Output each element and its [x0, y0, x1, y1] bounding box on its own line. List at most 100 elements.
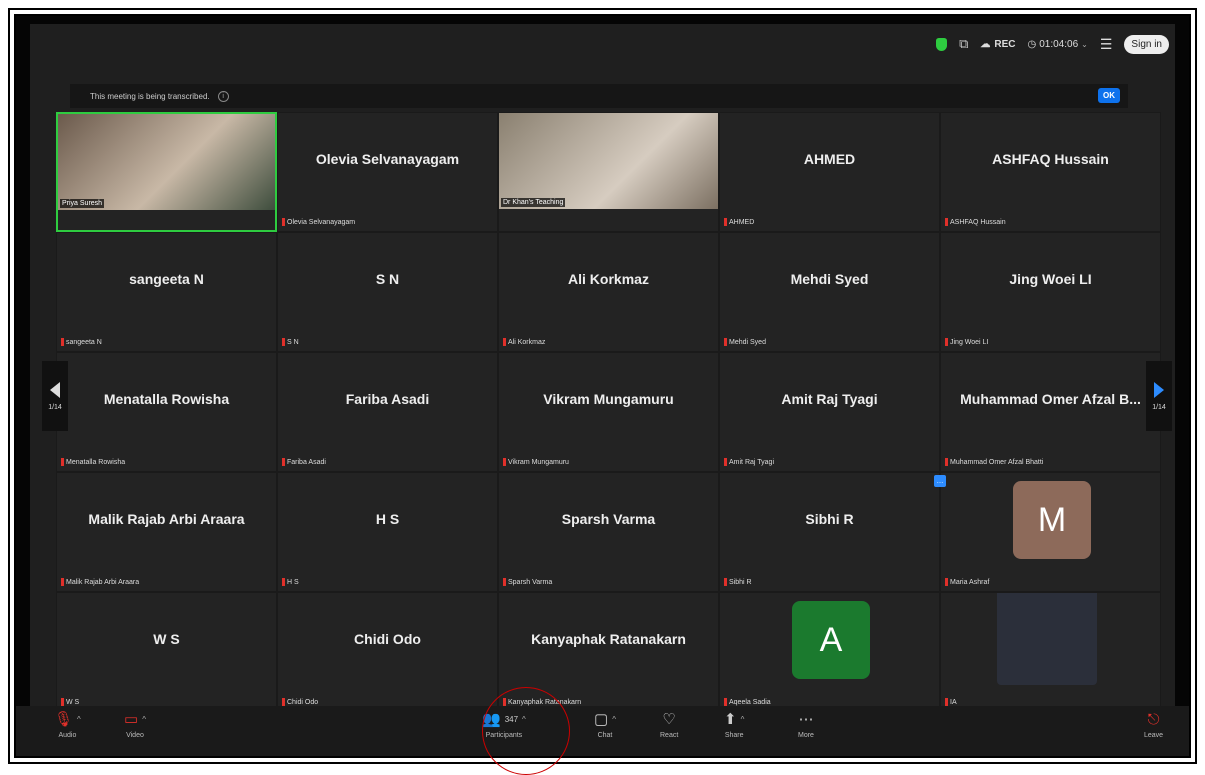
participant-tile[interactable]: W S W S: [56, 592, 277, 712]
mic-muted-icon: [724, 218, 727, 226]
video-button[interactable]: ▭ ^ Video: [124, 711, 146, 740]
participant-name-label: Muhammad Omer Afzal Bhatti: [945, 458, 1043, 466]
mic-muted-icon: 🎙: [54, 711, 74, 728]
participant-label-text: Aqeela Sadia: [729, 698, 771, 706]
ok-button[interactable]: OK: [1098, 88, 1120, 103]
participant-tile[interactable]: Dr Khan's Teaching: [498, 112, 719, 232]
mic-muted-icon: [282, 338, 285, 346]
participant-name-label: Amit Raj Tyagi: [724, 458, 774, 466]
video-placeholder: [997, 593, 1097, 685]
participant-display-name: Sibhi R: [805, 511, 854, 527]
participant-tile[interactable]: Sparsh Varma Sparsh Varma: [498, 472, 719, 592]
participant-tile[interactable]: Fariba Asadi Fariba Asadi: [277, 352, 498, 472]
participant-display-name: Menatalla Rowisha: [103, 391, 230, 407]
participant-display-name: sangeeta N: [129, 271, 204, 287]
participant-name-label: sangeeta N: [61, 338, 102, 346]
chevron-up-icon[interactable]: ^: [142, 712, 146, 728]
chevron-up-icon[interactable]: ^: [77, 712, 81, 728]
participant-name-label: Ali Korkmaz: [503, 338, 545, 346]
participant-label-text: IA: [950, 698, 957, 706]
participant-tile[interactable]: S N S N: [277, 232, 498, 352]
audio-button[interactable]: 🎙 ^ Audio: [54, 711, 81, 740]
participant-label-text: Menatalla Rowisha: [66, 458, 126, 466]
participant-tile[interactable]: Ali Korkmaz Ali Korkmaz: [498, 232, 719, 352]
video-off-icon: ▭: [124, 711, 139, 728]
participant-label-text: Muhammad Omer Afzal Bhatti: [950, 458, 1044, 466]
participant-label-text: Malik Rajab Arbi Araara: [66, 578, 140, 586]
mic-muted-icon: [282, 698, 285, 706]
meeting-timer[interactable]: ◷ 01:04:06 ⌄: [1027, 39, 1087, 50]
participant-tile[interactable]: H S H S: [277, 472, 498, 592]
participant-tile[interactable]: Olevia Selvanayagam Olevia Selvanayagam: [277, 112, 498, 232]
video-feed: Dr Khan's Teaching: [499, 113, 718, 209]
leave-button[interactable]: ⎋ Leave: [1144, 711, 1163, 740]
participant-tile[interactable]: Sibhi R Sibhi R: [719, 472, 940, 592]
chat-icon: ▢: [594, 711, 609, 728]
react-label: React: [660, 732, 679, 739]
participant-display-name: Vikram Mungamuru: [543, 391, 674, 407]
bottom-toolbar: 🎙 ^ Audio ▭ ^ Video 👥 347 ^ Participants ▢ ^ …: [16, 706, 1189, 756]
next-page-button[interactable]: 1/14: [1146, 361, 1172, 431]
leave-icon: ⎋: [1147, 711, 1160, 728]
participant-tile[interactable]: IA: [940, 592, 1161, 712]
timer-text: 01:04:06: [1039, 38, 1079, 50]
mic-muted-icon: [945, 338, 948, 346]
participant-tile[interactable]: M Maria Ashraf: [940, 472, 1161, 592]
participant-tile[interactable]: A Aqeela Sadia: [719, 592, 940, 712]
participant-tile[interactable]: Muhammad Omer Afzal B... Muhammad Omer Af…: [940, 352, 1161, 472]
video-feed: Priya Suresh: [58, 114, 275, 210]
more-options-badge[interactable]: …: [934, 475, 946, 487]
chat-button[interactable]: ▢ ^ Chat: [594, 711, 616, 740]
info-icon[interactable]: i: [217, 90, 229, 102]
screenshot-frame: ⧉ ☁ REC ◷ 01:04:06 ⌄ ☰ Sign in This meeting…: [8, 8, 1197, 764]
participant-label-text: S N: [287, 338, 299, 346]
participant-name-label: Sparsh Varma: [503, 578, 552, 586]
recording-indicator[interactable]: ☁ REC: [980, 39, 1015, 50]
cloud-icon: ☁: [980, 38, 991, 50]
participant-label-text: ASHFAQ Hussain: [950, 218, 1006, 226]
react-heart-icon: ♡: [662, 711, 676, 728]
prev-page-button[interactable]: 1/14: [42, 361, 68, 431]
zoom-window: ⧉ ☁ REC ◷ 01:04:06 ⌄ ☰ Sign in This meeting…: [14, 14, 1191, 758]
transcript-icon[interactable]: ⧉: [959, 36, 968, 52]
participant-name-label: Vikram Mungamuru: [503, 458, 569, 466]
video-label: Video: [126, 732, 144, 739]
mic-muted-icon: [282, 458, 285, 466]
chat-label: Chat: [597, 732, 613, 739]
sign-in-button[interactable]: Sign in: [1124, 34, 1169, 54]
participant-name-label: Maria Ashraf: [945, 578, 989, 586]
mic-muted-icon: [282, 578, 285, 586]
shield-icon[interactable]: [936, 37, 948, 51]
mic-muted-icon: [61, 578, 64, 586]
gallery-grid: Priya Suresh Olevia Selvanayagam Olevia Se…: [56, 112, 1161, 712]
participant-tile[interactable]: ASHFAQ Hussain ASHFAQ Hussain: [940, 112, 1161, 232]
participant-tile[interactable]: Jing Woei LI Jing Woei LI: [940, 232, 1161, 352]
mic-muted-icon: [724, 698, 727, 706]
mic-muted-icon: [945, 218, 948, 226]
participant-name-label: Fariba Asadi: [282, 458, 326, 466]
mic-muted-icon: [945, 578, 948, 586]
participant-name-label: Jing Woei LI: [945, 338, 988, 346]
participant-label-text: Mehdi Syed: [729, 338, 766, 346]
participant-name-label: Olevia Selvanayagam: [282, 218, 355, 226]
participant-tile[interactable]: Mehdi Syed Mehdi Syed: [719, 232, 940, 352]
participant-tile[interactable]: AHMED AHMED: [719, 112, 940, 232]
participant-name-label: Sibhi R: [724, 578, 752, 586]
participant-tile[interactable]: Amit Raj Tyagi Amit Raj Tyagi: [719, 352, 940, 472]
chevron-up-icon[interactable]: ^: [612, 712, 616, 728]
top-bar: ⧉ ☁ REC ◷ 01:04:06 ⌄ ☰ Sign in: [30, 24, 1175, 64]
view-menu-icon[interactable]: ☰: [1100, 36, 1113, 53]
participant-tile[interactable]: Vikram Mungamuru Vikram Mungamuru: [498, 352, 719, 472]
participant-tile[interactable]: Malik Rajab Arbi Araara Malik Rajab Arbi …: [56, 472, 277, 592]
participant-tile[interactable]: Menatalla Rowisha Menatalla Rowisha: [56, 352, 277, 472]
avatar: A: [792, 601, 870, 679]
react-button[interactable]: ♡ React: [660, 711, 679, 740]
participant-label-text: AHMED: [729, 218, 755, 226]
participant-tile[interactable]: Chidi Odo Chidi Odo: [277, 592, 498, 712]
more-button[interactable]: ⋯ More: [798, 712, 814, 740]
share-button[interactable]: ⬆ ^ Share: [724, 712, 745, 740]
participant-tile[interactable]: sangeeta N sangeeta N: [56, 232, 277, 352]
chevron-up-icon[interactable]: ^: [741, 712, 745, 728]
participant-tile[interactable]: Priya Suresh: [56, 112, 277, 232]
share-label: Share: [724, 732, 744, 739]
